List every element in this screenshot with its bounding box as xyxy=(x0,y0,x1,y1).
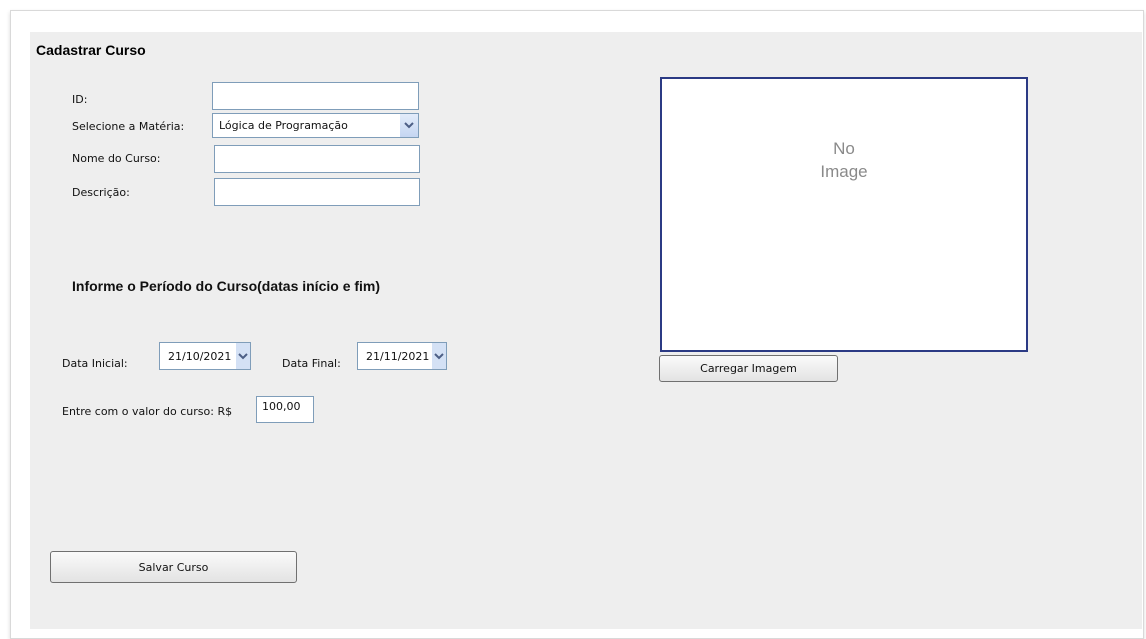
id-field[interactable] xyxy=(212,82,419,110)
end-date-label: Data Final: xyxy=(282,357,341,370)
load-image-button[interactable]: Carregar Imagem xyxy=(659,355,838,382)
no-image-line1: No xyxy=(833,139,855,158)
page-title: Cadastrar Curso xyxy=(36,42,146,58)
id-label: ID: xyxy=(72,93,88,106)
descricao-label: Descrição: xyxy=(72,186,130,199)
no-image-line2: Image xyxy=(820,162,868,181)
chevron-down-icon[interactable] xyxy=(236,343,250,369)
start-date-label: Data Inicial: xyxy=(62,357,128,370)
image-preview: No Image xyxy=(660,77,1028,352)
chevron-down-icon[interactable] xyxy=(400,114,418,137)
save-course-button[interactable]: Salvar Curso xyxy=(50,551,297,583)
price-label: Entre com o valor do curso: R$ xyxy=(62,405,233,418)
start-date-picker[interactable]: 21/10/2021 xyxy=(159,342,251,370)
period-heading: Informe o Período do Curso(datas início … xyxy=(72,278,381,294)
materia-select-value: Lógica de Programação xyxy=(219,119,348,132)
nome-curso-field[interactable] xyxy=(214,145,420,173)
chevron-down-icon[interactable] xyxy=(432,343,446,369)
end-date-value: 21/11/2021 xyxy=(366,349,430,363)
start-date-value: 21/10/2021 xyxy=(168,349,232,363)
nome-label: Nome do Curso: xyxy=(72,152,161,165)
descricao-field[interactable] xyxy=(214,178,420,206)
end-date-picker[interactable]: 21/11/2021 xyxy=(357,342,447,370)
materia-select[interactable]: Lógica de Programação xyxy=(212,113,419,138)
price-field[interactable]: 100,00 xyxy=(256,396,314,423)
materia-label: Selecione a Matéria: xyxy=(72,120,185,133)
no-image-placeholder: No Image xyxy=(662,137,1026,183)
